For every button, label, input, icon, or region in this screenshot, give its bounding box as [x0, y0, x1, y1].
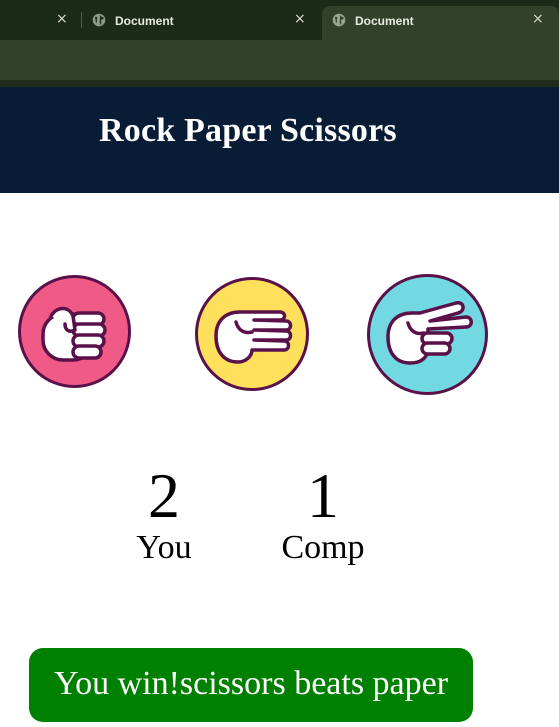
browser-toolbar [0, 40, 559, 80]
scissors-choice-button[interactable] [367, 274, 488, 395]
page-title: Rock Paper Scissors [99, 112, 397, 149]
globe-icon [332, 13, 346, 27]
comp-score: 1 Comp [273, 464, 373, 568]
open-hand-icon [214, 310, 293, 364]
tab-close-icon[interactable]: × [294, 11, 306, 27]
toolbar-divider [0, 80, 559, 87]
tab-close-icon[interactable]: × [56, 11, 68, 27]
paper-choice-button[interactable] [195, 277, 309, 391]
user-score-label: You [136, 529, 192, 566]
user-score: 2 You [124, 464, 204, 568]
tab-close-icon[interactable]: × [532, 11, 544, 27]
comp-score-label: Comp [281, 529, 365, 566]
tab-document-active[interactable]: Document × [322, 6, 559, 40]
result-message: You win!scissors beats paper [29, 648, 473, 722]
globe-icon [92, 13, 106, 27]
tab-title: Document [355, 14, 414, 28]
tab-title: Document [115, 14, 174, 28]
rock-choice-button[interactable] [18, 275, 131, 388]
tab-document[interactable]: Document × [82, 6, 318, 40]
browser-tab-bar: × Document × Document × [0, 0, 559, 40]
user-score-value: 2 [148, 460, 180, 531]
page-header: Rock Paper Scissors [0, 87, 559, 193]
two-fingers-icon [386, 301, 473, 365]
comp-score-value: 1 [307, 460, 339, 531]
fist-icon [41, 306, 107, 362]
tab-previous[interactable]: × [0, 6, 80, 40]
